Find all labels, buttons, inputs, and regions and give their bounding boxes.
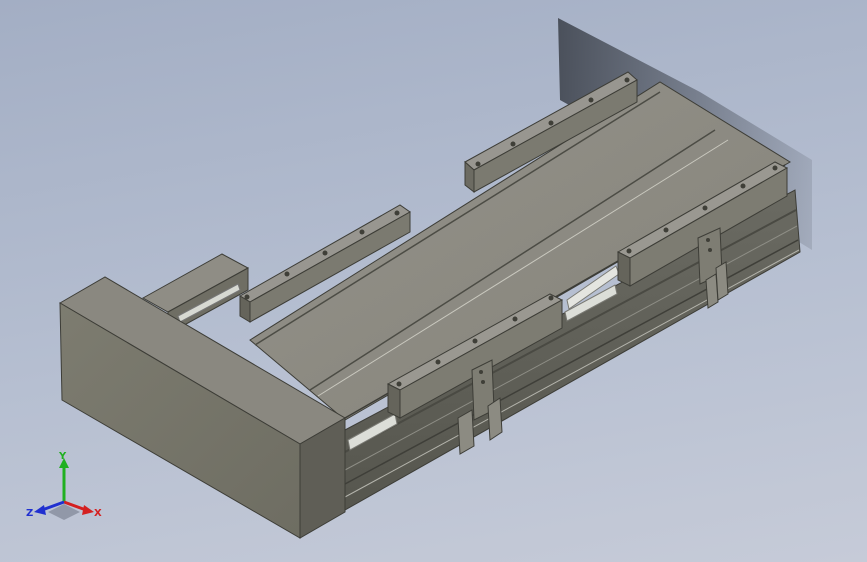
front-slider-face	[387, 383, 401, 419]
x-axis-arrow	[82, 505, 94, 515]
z-axis-label: Z	[26, 508, 33, 519]
sensor-bracket	[487, 397, 503, 441]
axis-triad[interactable]: Y X Z	[24, 448, 104, 524]
linear-module-3d-model[interactable]	[0, 0, 867, 562]
z-axis-arrow	[34, 505, 46, 515]
front-slider-face	[617, 251, 631, 287]
cad-viewport[interactable]: Y X Z	[0, 0, 867, 562]
sensor-bracket	[715, 261, 729, 301]
sensor-bracket	[457, 409, 475, 455]
x-axis-label: X	[94, 508, 102, 519]
y-axis-label: Y	[58, 451, 67, 462]
